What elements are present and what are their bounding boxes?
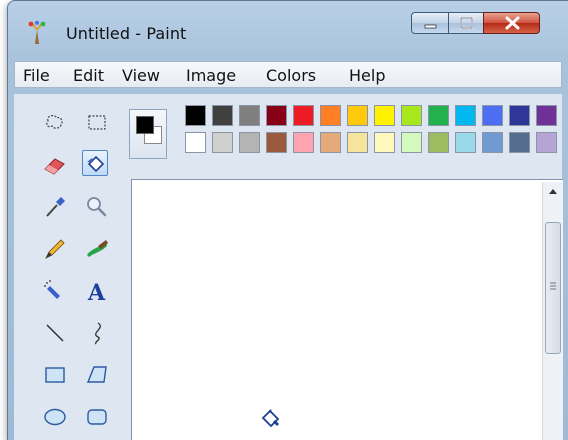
airbrush-icon — [44, 280, 60, 299]
menu-bar: File Edit View Image Colors Help — [14, 61, 562, 88]
close-button[interactable] — [483, 12, 540, 34]
color-swatch[interactable] — [401, 105, 422, 126]
vertical-scrollbar[interactable] — [542, 182, 563, 440]
color-palette — [185, 105, 568, 161]
color-swatch[interactable] — [266, 105, 287, 126]
line-icon — [46, 324, 64, 342]
color-swatch[interactable] — [185, 132, 206, 153]
free-form-select-tool[interactable] — [42, 110, 68, 136]
rectangle-tool[interactable] — [42, 362, 68, 388]
color-swatch[interactable] — [293, 132, 314, 153]
drawing-canvas[interactable] — [131, 179, 563, 440]
text-icon: A — [87, 280, 106, 304]
color-swatch[interactable] — [536, 105, 557, 126]
fill-bucket-icon — [87, 155, 105, 173]
color-swatch[interactable] — [401, 132, 422, 153]
color-swatch[interactable] — [509, 132, 530, 153]
color-swatch[interactable] — [536, 132, 557, 153]
magnifier-icon — [87, 197, 107, 217]
line-tool[interactable] — [42, 320, 68, 346]
polygon-tool[interactable] — [84, 362, 110, 388]
curve-icon — [95, 322, 101, 345]
polygon-icon — [86, 366, 107, 383]
text-tool[interactable]: A — [84, 278, 110, 304]
color-swatch[interactable] — [239, 105, 260, 126]
eraser-icon — [44, 158, 65, 175]
fill-tool[interactable] — [82, 150, 108, 176]
paint-window: Untitled - Paint File Edit View Image Co… — [7, 0, 568, 440]
menu-help[interactable]: Help — [349, 66, 385, 85]
pencil-tool[interactable] — [42, 236, 68, 262]
toolbox: A — [14, 94, 122, 440]
color-swatch[interactable] — [347, 105, 368, 126]
menu-edit[interactable]: Edit — [73, 66, 104, 85]
brush-tool[interactable] — [84, 236, 110, 262]
scroll-thumb[interactable] — [545, 222, 561, 354]
rounded-rect-tool[interactable] — [84, 404, 110, 430]
menu-image[interactable]: Image — [186, 66, 236, 85]
free-form-select-icon — [46, 115, 63, 129]
paint-client-area: A — [14, 94, 563, 440]
title-bar[interactable]: Untitled - Paint — [8, 1, 568, 51]
color-swatch[interactable] — [293, 105, 314, 126]
magnifier-tool[interactable] — [84, 194, 110, 220]
window-title: Untitled - Paint — [66, 24, 187, 43]
color-swatch[interactable] — [482, 105, 503, 126]
color-swatch[interactable] — [428, 105, 449, 126]
color-swatch[interactable] — [428, 132, 449, 153]
color-swatch[interactable] — [320, 105, 341, 126]
color-area — [129, 99, 568, 171]
menu-view[interactable]: View — [122, 66, 160, 85]
rectangle-icon — [45, 367, 65, 383]
fill-cursor-icon — [261, 409, 280, 428]
pencil-icon — [45, 239, 65, 259]
rect-select-tool[interactable] — [84, 110, 110, 136]
menu-colors[interactable]: Colors — [266, 66, 316, 85]
ellipse-icon — [44, 408, 66, 426]
color-swatch[interactable] — [455, 105, 476, 126]
curve-tool[interactable] — [84, 320, 110, 346]
color-picker-icon — [46, 197, 65, 217]
color-swatch[interactable] — [509, 105, 530, 126]
minimize-button[interactable] — [411, 12, 449, 34]
color-swatch[interactable] — [239, 132, 260, 153]
color-swatch[interactable] — [320, 132, 341, 153]
eraser-tool[interactable] — [42, 152, 68, 178]
maximize-button[interactable] — [448, 12, 484, 34]
scroll-up-icon[interactable] — [543, 182, 563, 200]
color-swatch[interactable] — [374, 132, 395, 153]
ellipse-tool[interactable] — [42, 404, 68, 430]
svg-text:A: A — [87, 280, 106, 304]
foreground-color[interactable] — [136, 116, 154, 134]
menu-file[interactable]: File — [23, 66, 50, 85]
color-swatch[interactable] — [347, 132, 368, 153]
color-swatch[interactable] — [455, 132, 476, 153]
brush-icon — [87, 240, 108, 257]
color-swatch[interactable] — [374, 105, 395, 126]
close-icon — [505, 16, 520, 30]
rect-select-icon — [88, 115, 106, 130]
maximize-icon — [460, 17, 473, 29]
paint-app-icon — [28, 21, 46, 44]
color-swatch[interactable] — [185, 105, 206, 126]
color-swatch[interactable] — [212, 132, 233, 153]
current-colors[interactable] — [129, 109, 167, 159]
airbrush-tool[interactable] — [42, 278, 68, 304]
color-picker-tool[interactable] — [42, 194, 68, 220]
color-swatch[interactable] — [212, 105, 233, 126]
color-swatch[interactable] — [482, 132, 503, 153]
grip-icon — [550, 282, 556, 290]
rounded-rect-icon — [87, 409, 107, 425]
minimize-icon — [424, 24, 437, 29]
color-swatch[interactable] — [266, 132, 287, 153]
